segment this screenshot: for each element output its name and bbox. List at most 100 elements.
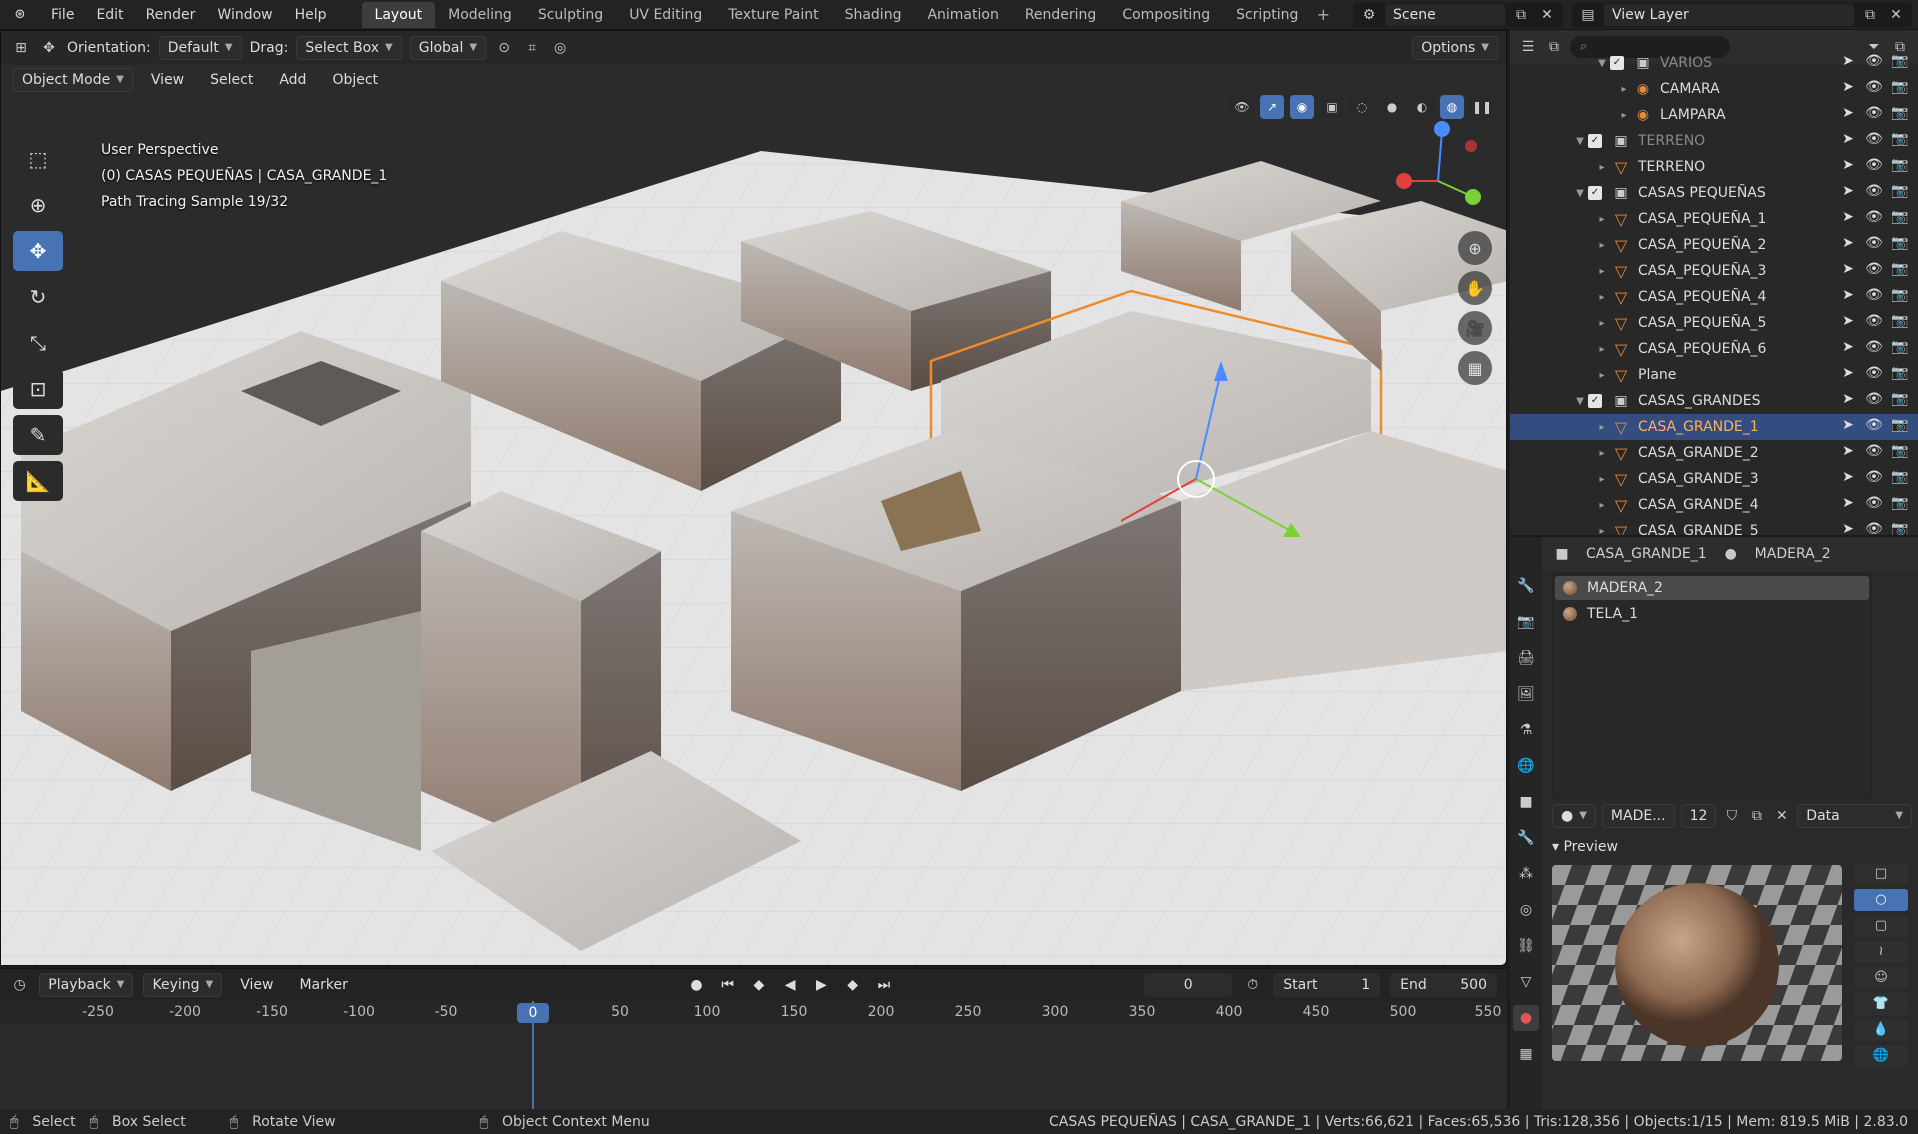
camera-icon[interactable]: 📷 (1890, 365, 1910, 381)
material-slot-list[interactable]: MADERA_2 TELA_1 (1552, 573, 1872, 799)
link-dropdown[interactable]: Data ▼ (1797, 804, 1913, 828)
data-tab-icon[interactable]: ▽ (1513, 969, 1539, 995)
outliner-row[interactable]: ▸ ▽ CASA_PEQUEÑA_5 ➤ 👁 📷 (1510, 310, 1918, 336)
world-tab-icon[interactable]: 🌐 (1513, 753, 1539, 779)
new-view-layer-icon[interactable]: ⧉ (1860, 5, 1880, 25)
expand-arrow-icon[interactable]: ▼ (1594, 58, 1610, 69)
view-layer-name-field[interactable]: View Layer (1604, 4, 1854, 26)
select-arrow-icon[interactable]: ➤ (1838, 183, 1858, 199)
tab-scripting[interactable]: Scripting (1223, 2, 1311, 28)
camera-icon[interactable]: 📷 (1890, 157, 1910, 173)
preview-plane-icon[interactable]: □ (1854, 863, 1908, 885)
outliner-row[interactable]: ▸ ▽ Plane ➤ 👁 📷 (1510, 362, 1918, 388)
camera-icon[interactable]: 📷 (1890, 339, 1910, 355)
expand-arrow-icon[interactable]: ▸ (1594, 214, 1610, 225)
expand-arrow-icon[interactable]: ▼ (1572, 188, 1588, 199)
ortho-toggle-icon[interactable]: ▦ (1458, 351, 1492, 385)
menu-add[interactable]: Add (271, 72, 314, 88)
proportional-edit-icon[interactable]: ◎ (550, 38, 570, 58)
select-arrow-icon[interactable]: ➤ (1838, 443, 1858, 459)
outliner-row[interactable]: ▸ ▽ CASA_GRANDE_1 ➤ 👁 📷 (1510, 414, 1918, 440)
select-arrow-icon[interactable]: ➤ (1838, 365, 1858, 381)
scale-tool-icon[interactable]: ⤡ (13, 323, 63, 363)
select-arrow-icon[interactable]: ➤ (1838, 417, 1858, 433)
expand-arrow-icon[interactable]: ▸ (1594, 162, 1610, 173)
rotate-tool-icon[interactable]: ↻ (13, 277, 63, 317)
eye-icon[interactable]: 👁 (1864, 261, 1884, 277)
particles-tab-icon[interactable]: ⁂ (1513, 861, 1539, 887)
zoom-icon[interactable]: ⊕ (1458, 231, 1492, 265)
collection-checkbox[interactable]: ✓ (1588, 186, 1602, 200)
camera-icon[interactable]: 📷 (1890, 469, 1910, 485)
select-arrow-icon[interactable]: ➤ (1838, 261, 1858, 277)
preview-sphere-icon[interactable]: ○ (1854, 889, 1908, 911)
add-workspace-button[interactable]: + (1311, 5, 1335, 24)
eye-icon[interactable]: 👁 (1864, 391, 1884, 407)
texture-tab-icon[interactable]: ▦ (1513, 1041, 1539, 1067)
options-dropdown[interactable]: Options ▼ (1412, 36, 1498, 60)
expand-arrow-icon[interactable]: ▸ (1594, 292, 1610, 303)
pause-render-icon[interactable]: ❚❚ (1470, 95, 1494, 119)
select-arrow-icon[interactable]: ➤ (1838, 209, 1858, 225)
material-shading-icon[interactable]: ◐ (1410, 95, 1434, 119)
tab-uv-editing[interactable]: UV Editing (616, 2, 715, 28)
prev-keyframe-icon[interactable]: ◆ (748, 977, 769, 993)
select-arrow-icon[interactable]: ➤ (1838, 105, 1858, 121)
play-icon[interactable]: ▶ (811, 977, 832, 993)
outliner-row[interactable]: ▸ ▽ CASA_GRANDE_4 ➤ 👁 📷 (1510, 492, 1918, 518)
menu-marker[interactable]: Marker (291, 977, 355, 993)
render-tab-icon[interactable]: 📷 (1513, 609, 1539, 635)
physics-tab-icon[interactable]: ◎ (1513, 897, 1539, 923)
menu-edit[interactable]: Edit (85, 0, 134, 30)
camera-icon[interactable]: 📷 (1890, 131, 1910, 147)
wireframe-shading-icon[interactable]: ◌ (1350, 95, 1374, 119)
material-slot[interactable]: MADERA_2 (1555, 576, 1869, 600)
material-name-field[interactable]: MADE... (1601, 804, 1675, 828)
material-tab-icon[interactable]: ● (1513, 1005, 1539, 1031)
cursor-tool-icon[interactable]: ⊕ (13, 185, 63, 225)
eye-icon[interactable]: 👁 (1864, 287, 1884, 303)
menu-window[interactable]: Window (206, 0, 283, 30)
collection-checkbox[interactable]: ✓ (1610, 56, 1624, 70)
start-frame-field[interactable]: Start 1 (1273, 973, 1381, 997)
select-arrow-icon[interactable]: ➤ (1838, 131, 1858, 147)
preview-hair-icon[interactable]: ≀ (1854, 941, 1908, 963)
select-arrow-icon[interactable]: ➤ (1838, 313, 1858, 329)
preview-panel-header[interactable]: ▾ Preview (1552, 839, 1618, 855)
menu-render[interactable]: Render (135, 0, 207, 30)
camera-icon[interactable]: 📷 (1890, 105, 1910, 121)
outliner-row[interactable]: ▸ ▽ CASA_PEQUEÑA_4 ➤ 👁 📷 (1510, 284, 1918, 310)
expand-arrow-icon[interactable]: ▸ (1594, 500, 1610, 511)
camera-icon[interactable]: 📷 (1890, 183, 1910, 199)
camera-icon[interactable]: 📷 (1890, 53, 1910, 69)
preview-cube-icon[interactable]: ▢ (1854, 915, 1908, 937)
record-icon[interactable]: ● (686, 977, 707, 993)
menu-object[interactable]: Object (324, 72, 386, 88)
editor-type-icon[interactable]: ◷ (10, 975, 29, 995)
eye-icon[interactable]: 👁 (1864, 131, 1884, 147)
outliner-row[interactable]: ▸ ▽ TERRENO ➤ 👁 📷 (1510, 154, 1918, 180)
frame-ruler[interactable]: -250 -200 -150 -100 -50 50 100 150 200 2… (0, 1001, 1507, 1023)
outliner-row[interactable]: ▼ ✓ ▣ TERRENO ➤ 👁 📷 (1510, 128, 1918, 154)
delete-scene-icon[interactable]: ✕ (1537, 5, 1557, 25)
expand-arrow-icon[interactable]: ▸ (1594, 266, 1610, 277)
eye-icon[interactable]: 👁 (1864, 365, 1884, 381)
select-arrow-icon[interactable]: ➤ (1838, 157, 1858, 173)
gizmo-toggle-icon[interactable]: ↗ (1260, 95, 1284, 119)
expand-arrow-icon[interactable]: ▼ (1572, 396, 1588, 407)
tab-modeling[interactable]: Modeling (435, 2, 525, 28)
select-arrow-icon[interactable]: ➤ (1838, 79, 1858, 95)
camera-icon[interactable]: 📷 (1890, 235, 1910, 251)
select-arrow-icon[interactable]: ➤ (1838, 391, 1858, 407)
expand-arrow-icon[interactable]: ▸ (1616, 110, 1632, 121)
eye-icon[interactable]: 👁 (1864, 183, 1884, 199)
expand-arrow-icon[interactable]: ▼ (1572, 136, 1588, 147)
scene-selector[interactable]: ⚙ Scene ⧉ ✕ (1353, 3, 1563, 27)
select-box-tool-icon[interactable]: ⬚ (13, 139, 63, 179)
eye-icon[interactable]: 👁 (1864, 417, 1884, 433)
duplicate-icon[interactable]: ⧉ (1747, 806, 1766, 826)
material-slot[interactable]: TELA_1 (1555, 602, 1869, 626)
view-layer-selector[interactable]: ▤ View Layer ⧉ ✕ (1572, 3, 1912, 27)
camera-icon[interactable]: 📷 (1890, 495, 1910, 511)
menu-view[interactable]: View (143, 72, 192, 88)
